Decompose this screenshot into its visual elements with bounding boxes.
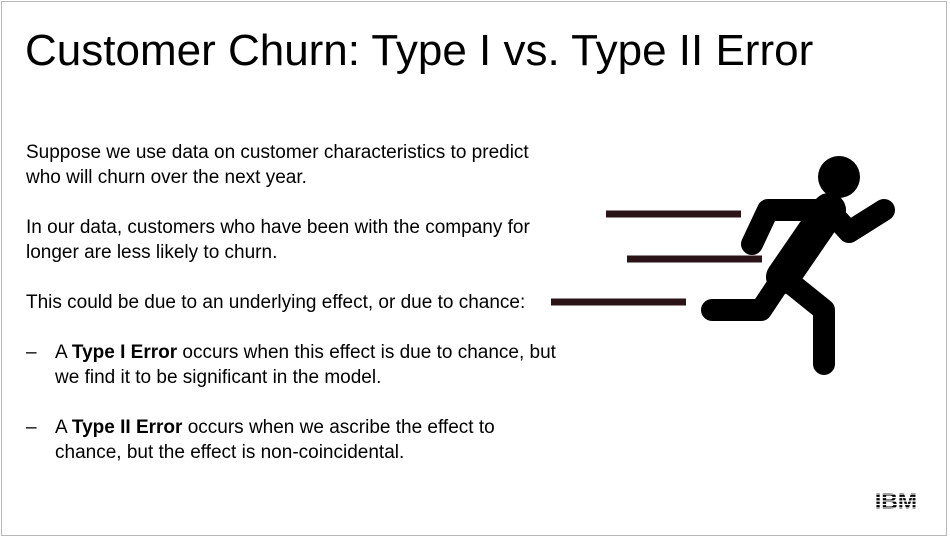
slide-title: Customer Churn: Type I vs. Type II Error	[25, 26, 814, 75]
bullet-type-ii-error: – A Type II Error occurs when we ascribe…	[26, 415, 556, 465]
bullet-prefix: A	[55, 342, 72, 363]
bullet-dash: –	[26, 417, 37, 438]
runner-back-leg	[701, 266, 794, 321]
bullet-term-type-i: Type I Error	[71, 342, 178, 363]
runner-head	[818, 156, 860, 198]
bullet-dash: –	[26, 342, 37, 363]
speed-lines	[551, 210, 762, 306]
paragraph-observation: In our data, customers who have been wit…	[26, 217, 530, 263]
ibm-logo-icon: IBM	[868, 488, 924, 513]
slide: Customer Churn: Type I vs. Type II Error…	[1, 1, 947, 536]
bullet-type-i-error: – A Type I Error occurs when this effect…	[26, 340, 556, 390]
slide-body: Suppose we use data on customer characte…	[26, 140, 556, 490]
bullet-prefix: A	[55, 417, 72, 438]
paragraph-intro: Suppose we use data on customer characte…	[26, 142, 529, 188]
runner-front-leg	[772, 266, 835, 375]
paragraph-question: This could be due to an underlying effec…	[26, 292, 526, 313]
running-person-icon	[551, 156, 895, 375]
bullet-term-type-ii: Type II Error	[71, 417, 183, 438]
